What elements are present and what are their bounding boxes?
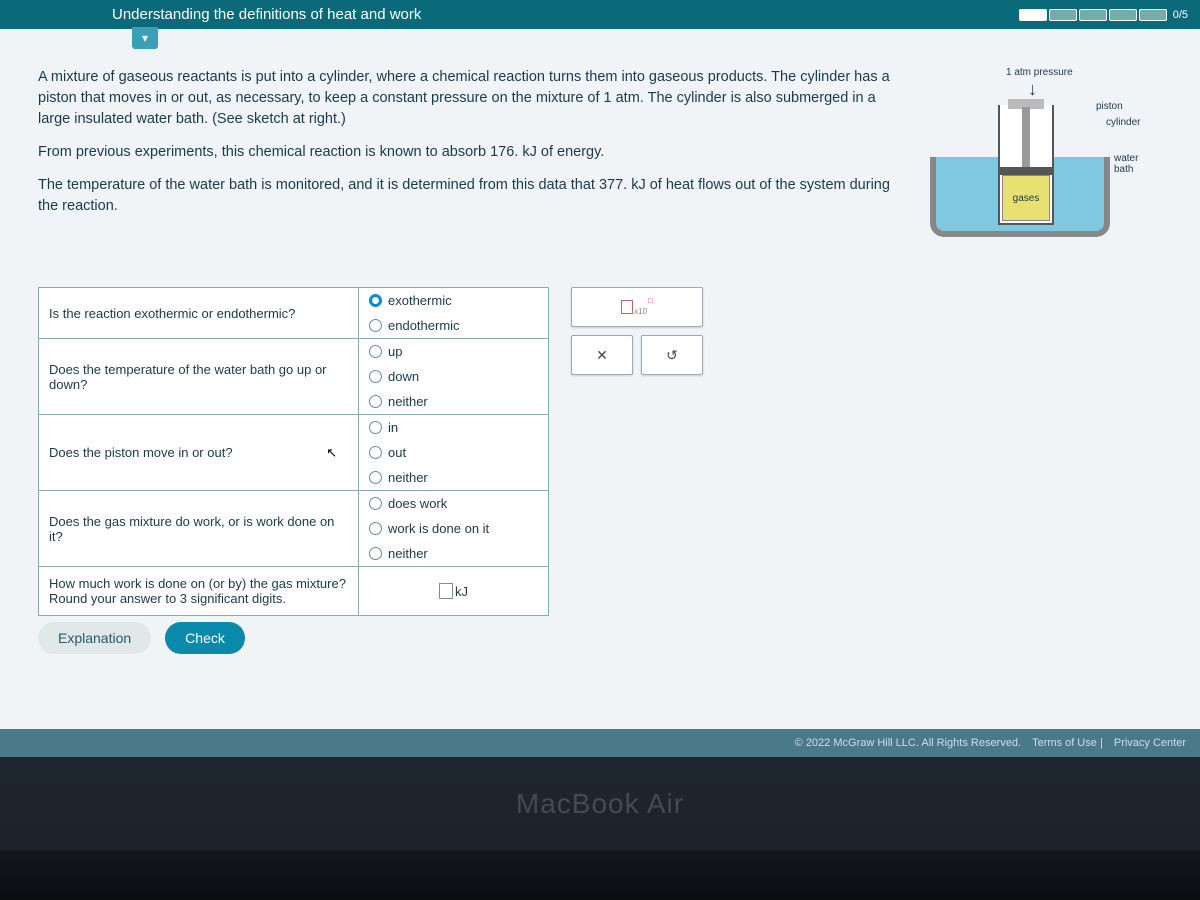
answer-cell: does work work is done on it neither <box>359 491 549 567</box>
laptop-branding: MacBook Air <box>0 788 1200 820</box>
gas-box: gases <box>1002 175 1050 221</box>
problem-paragraph: A mixture of gaseous reactants is put in… <box>38 67 898 130</box>
answer-cell: up down neither <box>359 339 549 415</box>
input-toolbox: x10□ ✕ ↺ <box>571 287 703 616</box>
progress-step <box>1139 9 1167 21</box>
question-text: Does the piston move in or out? <box>49 445 233 460</box>
radio-icon <box>369 497 382 510</box>
option-label: in <box>388 420 398 435</box>
question-cell: Does the gas mixture do work, or is work… <box>39 491 359 567</box>
number-input-box[interactable] <box>439 583 453 599</box>
unit-label: kJ <box>455 584 468 599</box>
option-label: neither <box>388 470 428 485</box>
radio-option-in[interactable]: in <box>359 415 548 440</box>
progress-step <box>1019 9 1047 21</box>
problem-body: A mixture of gaseous reactants is put in… <box>38 67 898 247</box>
footer: © 2022 McGraw Hill LLC. All Rights Reser… <box>0 729 1200 757</box>
progress-step <box>1049 9 1077 21</box>
check-button[interactable]: Check <box>165 622 245 654</box>
option-label: work is done on it <box>388 521 489 536</box>
chevron-down-icon: ▾ <box>142 31 148 45</box>
diagram-label-gases: gases <box>1013 193 1040 204</box>
question-cell: How much work is done on (or by) the gas… <box>39 567 359 616</box>
question-cell: Is the reaction exothermic or endothermi… <box>39 288 359 339</box>
radio-option-neither[interactable]: neither <box>359 465 548 490</box>
piston-bar <box>998 167 1054 175</box>
diagram-label-cylinder: cylinder <box>1106 117 1140 128</box>
table-row: How much work is done on (or by) the gas… <box>39 567 549 616</box>
option-label: down <box>388 369 419 384</box>
answer-cell: exothermic endothermic <box>359 288 549 339</box>
apparatus-diagram: 1 atm pressure ↓ piston cylinder water b… <box>918 67 1148 247</box>
radio-option-neither[interactable]: neither <box>359 541 548 566</box>
cursor-icon: ↖ <box>326 445 337 460</box>
collapse-toggle[interactable]: ▾ <box>132 27 158 49</box>
undo-icon: ↺ <box>666 347 678 364</box>
sci-notation-icon: x10□ <box>621 300 653 314</box>
work-input[interactable]: kJ <box>359 567 548 615</box>
privacy-link[interactable]: Privacy Center <box>1114 737 1186 749</box>
diagram-label-pressure: 1 atm pressure <box>1006 67 1073 78</box>
radio-icon <box>369 395 382 408</box>
radio-icon <box>369 471 382 484</box>
radio-option-work-done[interactable]: work is done on it <box>359 516 548 541</box>
table-row: Is the reaction exothermic or endothermi… <box>39 288 549 339</box>
radio-icon <box>369 522 382 535</box>
problem-paragraph: The temperature of the water bath is mon… <box>38 175 898 217</box>
radio-icon <box>369 446 382 459</box>
option-label: does work <box>388 496 447 511</box>
radio-icon <box>369 547 382 560</box>
option-label: neither <box>388 546 428 561</box>
terms-link[interactable]: Terms of Use <box>1032 737 1097 749</box>
copyright-text: © 2022 McGraw Hill LLC. All Rights Reser… <box>795 737 1021 749</box>
radio-option-exothermic[interactable]: exothermic <box>359 288 548 313</box>
problem-paragraph: From previous experiments, this chemical… <box>38 142 898 163</box>
diagram-label-waterbath: water bath <box>1114 153 1148 175</box>
question-area: Is the reaction exothermic or endothermi… <box>28 287 1172 616</box>
lesson-header: Understanding the definitions of heat an… <box>0 0 1200 29</box>
radio-option-up[interactable]: up <box>359 339 548 364</box>
clear-button[interactable]: ✕ <box>571 335 633 375</box>
question-cell: Does the temperature of the water bath g… <box>39 339 359 415</box>
radio-icon <box>369 345 382 358</box>
question-cell: Does the piston move in or out? ↖ <box>39 415 359 491</box>
lesson-title: Understanding the definitions of heat an… <box>112 6 421 23</box>
radio-option-neither[interactable]: neither <box>359 389 548 414</box>
table-row: Does the temperature of the water bath g… <box>39 339 549 415</box>
option-label: out <box>388 445 406 460</box>
content-panel: ▾ A mixture of gaseous reactants is put … <box>0 29 1200 729</box>
piston-rod <box>1022 107 1030 167</box>
reset-button[interactable]: ↺ <box>641 335 703 375</box>
radio-option-does-work[interactable]: does work <box>359 491 548 516</box>
progress-step <box>1079 9 1107 21</box>
option-label: endothermic <box>388 318 460 333</box>
option-label: up <box>388 344 402 359</box>
answer-cell: kJ <box>359 567 549 616</box>
diagram-label-piston: piston <box>1096 101 1123 112</box>
table-row: Does the gas mixture do work, or is work… <box>39 491 549 567</box>
radio-icon <box>369 370 382 383</box>
close-icon: ✕ <box>596 347 608 364</box>
answer-cell: in out neither <box>359 415 549 491</box>
question-table: Is the reaction exothermic or endothermi… <box>38 287 549 616</box>
progress-count: 0/5 <box>1173 9 1188 21</box>
radio-icon <box>369 319 382 332</box>
option-label: exothermic <box>388 293 452 308</box>
progress-indicator: 0/5 <box>1019 9 1188 21</box>
radio-icon <box>369 421 382 434</box>
radio-option-down[interactable]: down <box>359 364 548 389</box>
radio-option-endothermic[interactable]: endothermic <box>359 313 548 338</box>
scientific-notation-button[interactable]: x10□ <box>571 287 703 327</box>
problem-statement: A mixture of gaseous reactants is put in… <box>28 29 1158 259</box>
explanation-button[interactable]: Explanation <box>38 622 151 654</box>
down-arrow-icon: ↓ <box>1028 79 1037 100</box>
table-row: Does the piston move in or out? ↖ in out… <box>39 415 549 491</box>
action-buttons: Explanation Check <box>28 622 1172 666</box>
option-label: neither <box>388 394 428 409</box>
radio-option-out[interactable]: out <box>359 440 548 465</box>
radio-icon <box>369 294 382 307</box>
progress-step <box>1109 9 1137 21</box>
keyboard-edge <box>0 850 1200 900</box>
